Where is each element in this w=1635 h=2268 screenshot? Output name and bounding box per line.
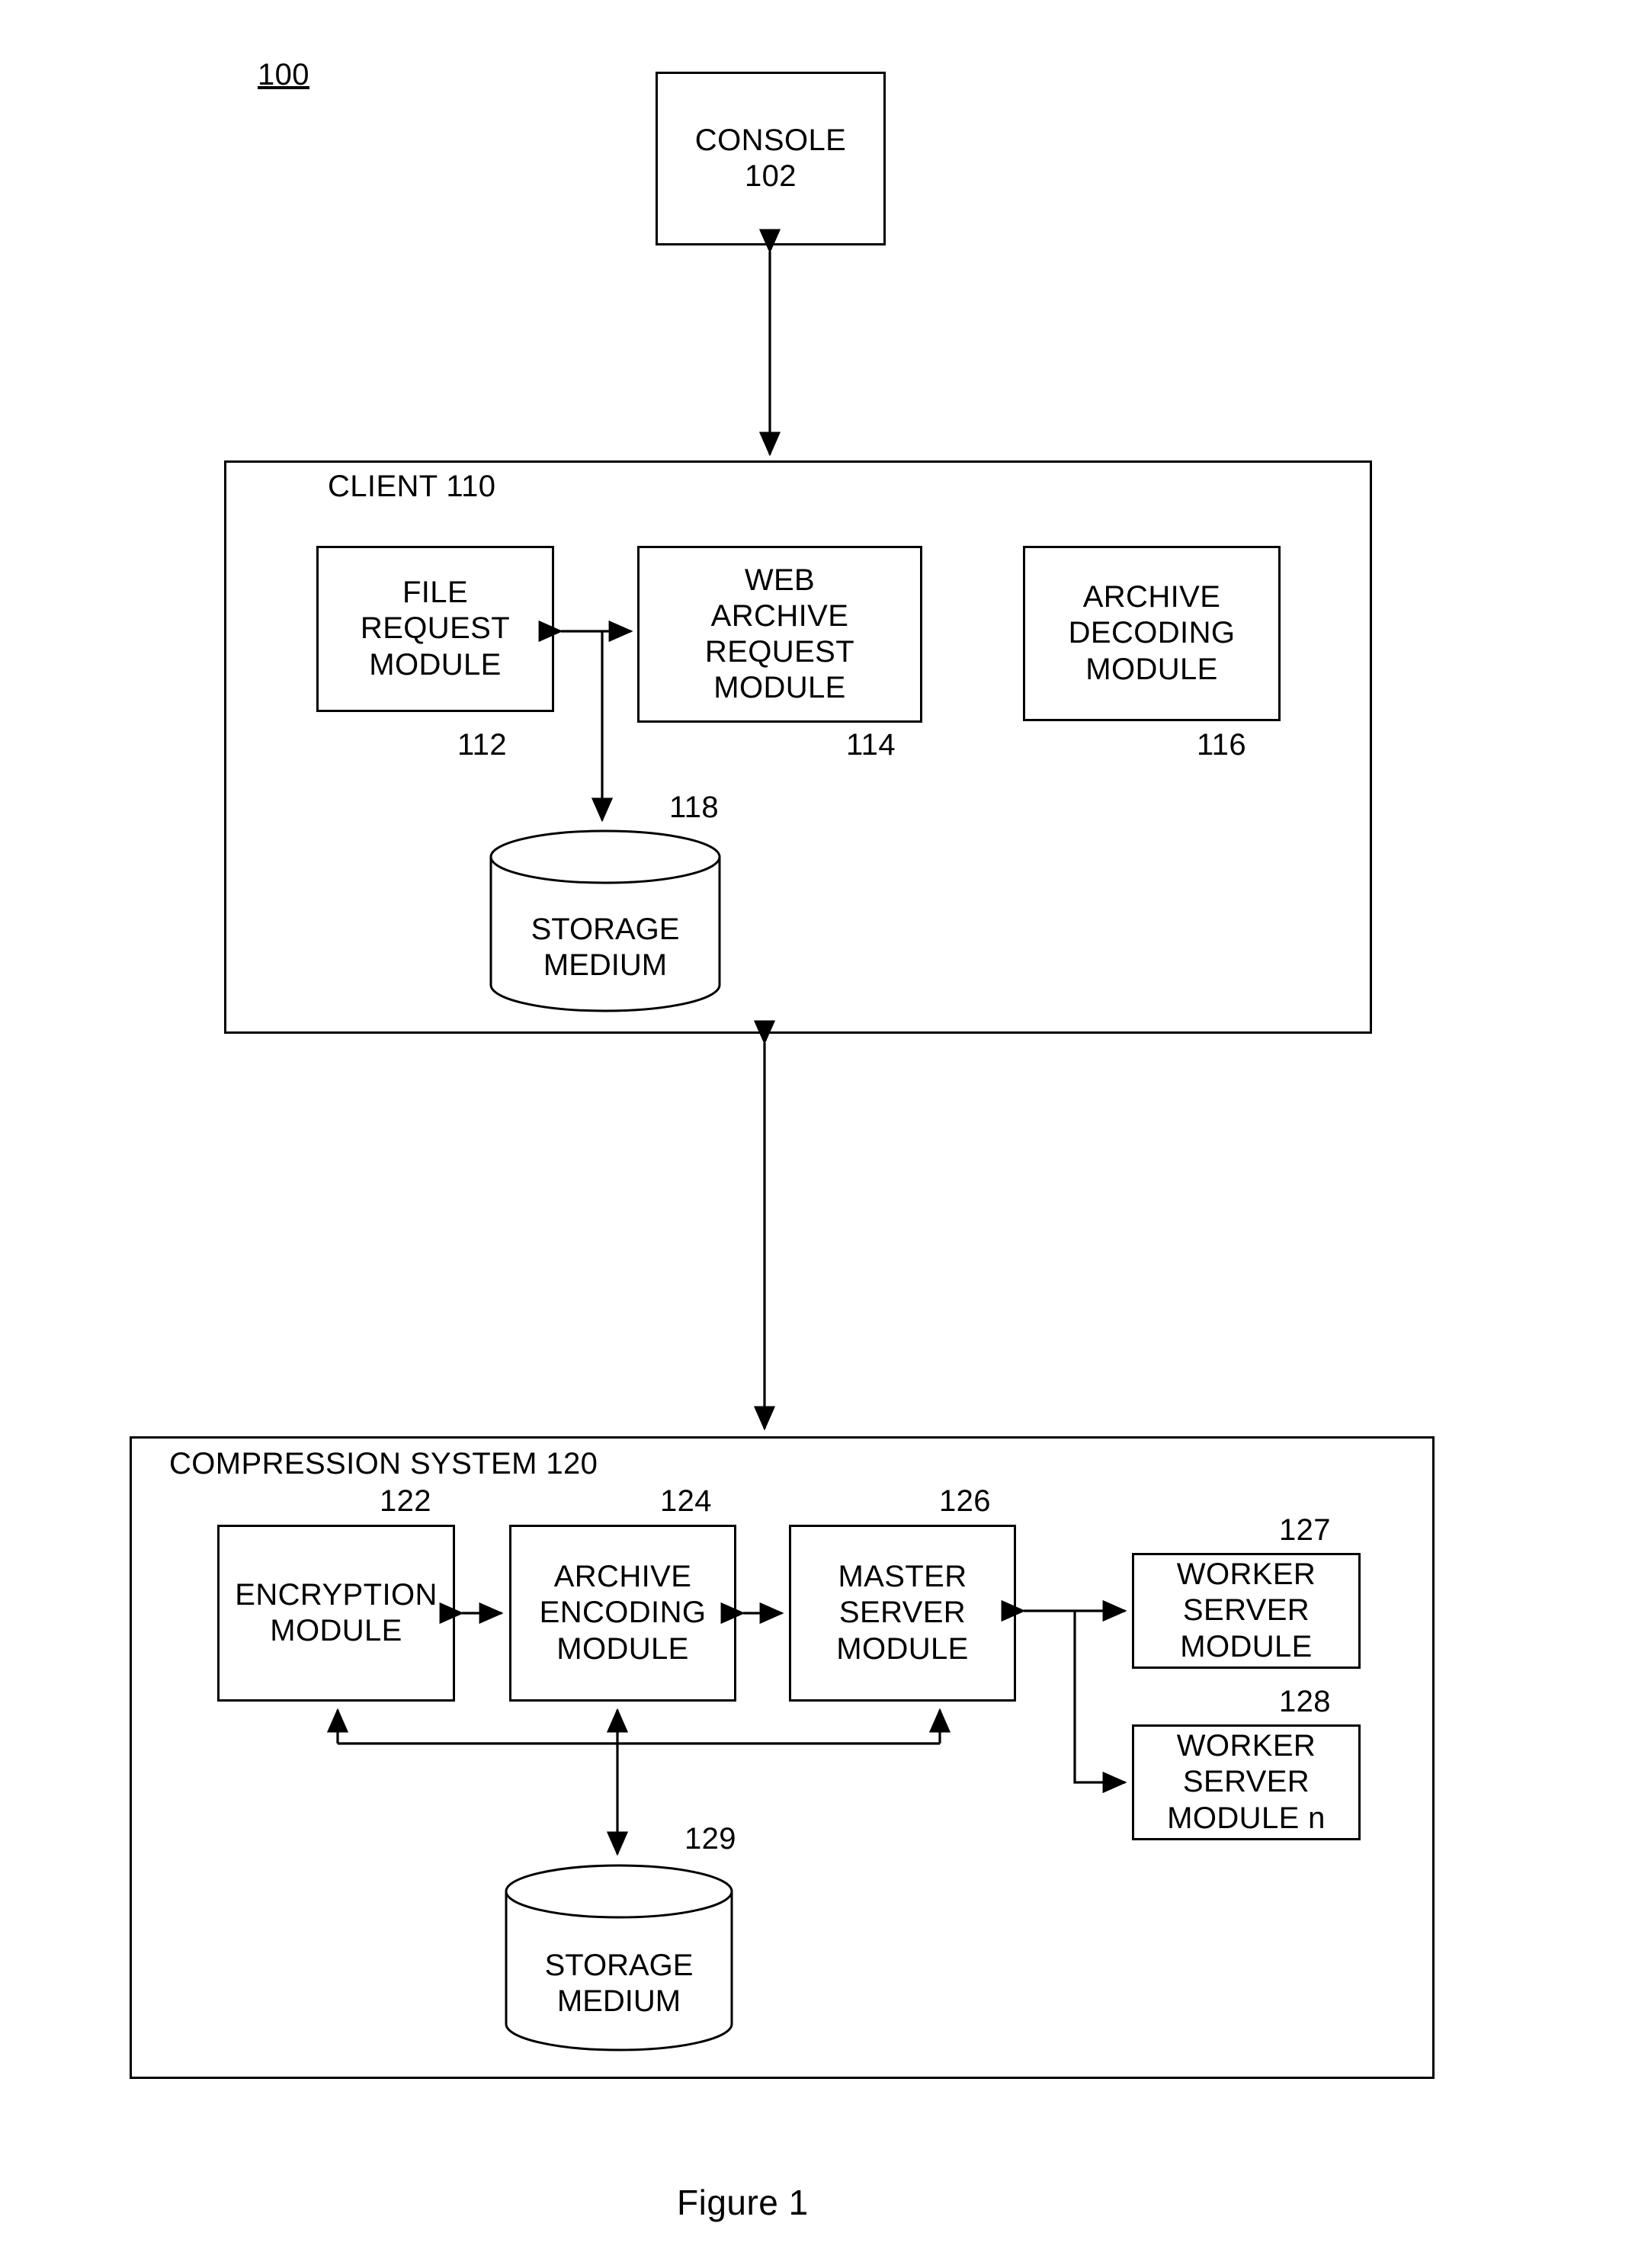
compression-storage-medium[interactable]: STORAGE MEDIUM: [503, 1862, 735, 2053]
client-storage-line2: MEDIUM: [543, 948, 668, 983]
worker-server-n-line2: SERVER: [1182, 1765, 1310, 1799]
encryption-module-label: ENCRYPTION MODULE: [235, 1577, 438, 1649]
system-reference-100: 100: [258, 58, 309, 91]
patent-figure-canvas: 100 CONSOLE 102 CLIENT 110 FILE REQUEST …: [0, 0, 1635, 2268]
worker-server-line2: SERVER: [1182, 1593, 1310, 1628]
file-request-module-label: FILE REQUEST MODULE: [361, 575, 510, 683]
web-archive-request-module-box[interactable]: WEB ARCHIVE REQUEST MODULE: [637, 546, 922, 723]
worker-server-n-line1: WORKER: [1176, 1729, 1316, 1763]
client-title: CLIENT 110: [328, 470, 496, 503]
console-ref: 102: [745, 159, 797, 193]
encryption-line2: MODULE: [270, 1614, 402, 1647]
master-server-line1: MASTER: [838, 1560, 967, 1594]
master-server-module-label: MASTER SERVER MODULE: [836, 1559, 969, 1667]
console-box-label: CONSOLE 102: [695, 123, 846, 194]
archive-decoding-module-ref: 116: [1197, 728, 1246, 762]
master-server-line3: MODULE: [836, 1631, 969, 1666]
worker-server-module-ref: 127: [1279, 1513, 1331, 1547]
web-archive-request-module-label: WEB ARCHIVE REQUEST MODULE: [705, 563, 854, 707]
web-archive-line3: REQUEST: [704, 635, 855, 669]
archive-decoding-line1: ARCHIVE: [1082, 580, 1221, 614]
client-storage-medium[interactable]: STORAGE MEDIUM: [488, 829, 723, 1012]
master-server-module-ref: 126: [939, 1484, 991, 1518]
worker-server-module-label: WORKER SERVER MODULE: [1177, 1557, 1316, 1665]
archive-encoding-module-label: ARCHIVE ENCODING MODULE: [540, 1559, 707, 1667]
worker-server-module-n-box[interactable]: WORKER SERVER MODULE n: [1132, 1724, 1361, 1840]
compression-system-title: COMPRESSION SYSTEM 120: [169, 1447, 598, 1480]
compression-storage-medium-label: STORAGE MEDIUM: [503, 1948, 735, 2019]
console-name: CONSOLE: [694, 123, 847, 157]
web-archive-line2: ARCHIVE: [710, 598, 849, 633]
web-archive-line1: WEB: [744, 563, 816, 597]
file-request-line3: MODULE: [369, 647, 502, 682]
master-server-module-box[interactable]: MASTER SERVER MODULE: [789, 1525, 1016, 1702]
encryption-module-box[interactable]: ENCRYPTION MODULE: [217, 1525, 455, 1702]
console-box[interactable]: CONSOLE 102: [656, 72, 886, 245]
encryption-module-ref: 122: [380, 1484, 431, 1518]
archive-encoding-module-ref: 124: [660, 1484, 712, 1518]
web-archive-request-module-ref: 114: [846, 728, 896, 762]
archive-encoding-line3: MODULE: [556, 1631, 689, 1666]
worker-server-n-line3: MODULE n: [1167, 1801, 1326, 1835]
client-storage-line1: STORAGE: [531, 913, 680, 946]
worker-server-module-n-label: WORKER SERVER MODULE n: [1167, 1728, 1326, 1837]
encryption-line1: ENCRYPTION: [235, 1577, 438, 1612]
compression-storage-line1: STORAGE: [544, 1949, 694, 1982]
archive-decoding-module-label: ARCHIVE DECODING MODULE: [1069, 579, 1236, 688]
archive-decoding-line2: DECODING: [1068, 616, 1236, 650]
archive-decoding-line3: MODULE: [1085, 652, 1218, 686]
worker-server-line1: WORKER: [1176, 1557, 1316, 1592]
figure-caption: Figure 1: [677, 2183, 809, 2222]
file-request-line1: FILE: [402, 576, 469, 610]
file-request-module-ref: 112: [457, 728, 507, 762]
worker-server-module-n-ref: 128: [1279, 1685, 1331, 1718]
archive-encoding-line1: ARCHIVE: [553, 1560, 692, 1594]
worker-server-module-box[interactable]: WORKER SERVER MODULE: [1132, 1553, 1361, 1669]
archive-encoding-line2: ENCODING: [539, 1596, 707, 1630]
archive-encoding-module-box[interactable]: ARCHIVE ENCODING MODULE: [509, 1525, 736, 1702]
file-request-module-box[interactable]: FILE REQUEST MODULE: [316, 546, 554, 712]
client-storage-medium-label: STORAGE MEDIUM: [488, 912, 723, 983]
master-server-line2: SERVER: [838, 1596, 967, 1630]
client-storage-medium-ref: 118: [669, 791, 719, 824]
file-request-line2: REQUEST: [360, 611, 511, 646]
archive-decoding-module-box[interactable]: ARCHIVE DECODING MODULE: [1023, 546, 1281, 721]
web-archive-line4: MODULE: [713, 671, 846, 705]
compression-storage-medium-ref: 129: [684, 1822, 736, 1856]
worker-server-line3: MODULE: [1180, 1629, 1313, 1663]
compression-storage-line2: MEDIUM: [556, 1984, 681, 2019]
